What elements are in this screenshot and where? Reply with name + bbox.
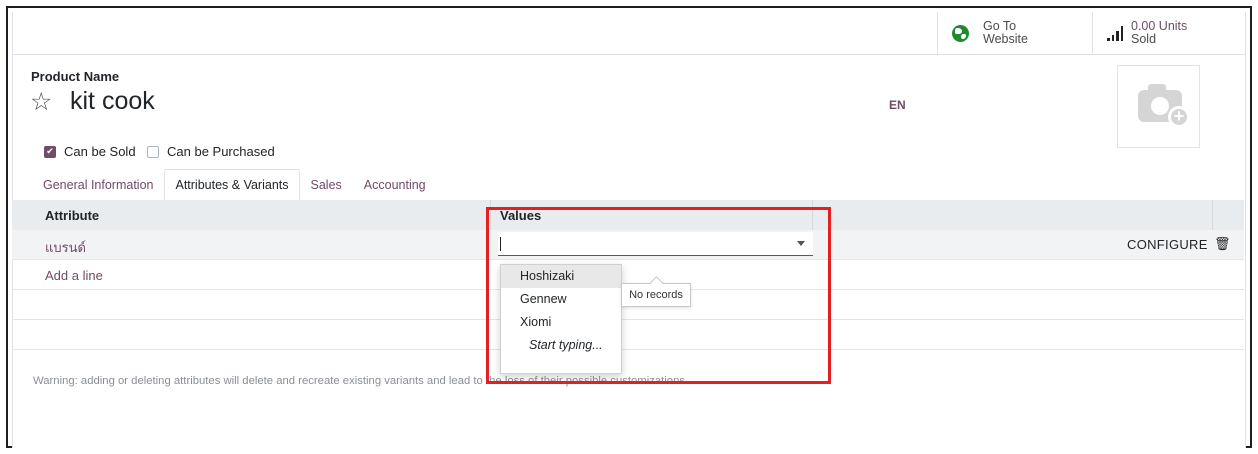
dropdown-option-gennew[interactable]: Gennew xyxy=(501,288,621,311)
variants-warning: Warning: adding or deleting attributes w… xyxy=(33,375,689,387)
units-sold-button[interactable]: 0.00 Units Sold xyxy=(1092,12,1245,54)
smart-button-box: Go To Website 0.00 Units Sold xyxy=(13,12,1245,55)
grid-header: Attribute Values xyxy=(12,200,1244,230)
chevron-down-icon[interactable] xyxy=(797,241,805,246)
can-be-sold-checkbox[interactable]: ✔ Can be Sold xyxy=(44,144,136,159)
column-values[interactable]: Values xyxy=(500,208,541,223)
column-attribute[interactable]: Attribute xyxy=(45,208,99,223)
add-line-link[interactable]: Add a line xyxy=(45,268,103,283)
product-name-field[interactable]: kit cook xyxy=(70,86,155,116)
bar-chart-icon xyxy=(1107,25,1123,41)
language-button[interactable]: EN xyxy=(889,98,906,112)
tab-general-information[interactable]: General Information xyxy=(32,169,164,201)
website-line2: Website xyxy=(983,32,1028,46)
can-be-purchased-label: Can be Purchased xyxy=(167,144,275,159)
values-input[interactable] xyxy=(498,232,813,256)
go-to-website-button[interactable]: Go To Website xyxy=(937,12,1092,54)
values-dropdown: Hoshizaki Gennew Xiomi Start typing... xyxy=(500,264,622,374)
can-be-sold-label: Can be Sold xyxy=(64,144,136,159)
product-name-label: Product Name xyxy=(31,69,120,84)
configure-button[interactable]: CONFIGURE xyxy=(1127,237,1208,252)
empty-row xyxy=(12,320,1244,350)
favorite-star-icon[interactable]: ☆ xyxy=(30,88,52,116)
plus-icon: + xyxy=(1168,106,1190,128)
table-row[interactable]: แบรนด์ CONFIGURE 🗑 xyxy=(12,230,1244,260)
globe-icon xyxy=(952,24,969,42)
checkbox-unchecked-icon xyxy=(147,145,159,158)
units-sold-label: Sold xyxy=(1131,32,1157,46)
tab-sales[interactable]: Sales xyxy=(300,169,353,201)
dropdown-option-hoshizaki[interactable]: Hoshizaki xyxy=(501,265,621,288)
trash-icon[interactable]: 🗑 xyxy=(1214,236,1231,252)
tab-accounting[interactable]: Accounting xyxy=(353,169,437,201)
units-sold-value: 0.00 Units xyxy=(1131,19,1188,33)
no-records-tooltip: No records xyxy=(621,283,691,307)
website-line1: Go To xyxy=(983,19,1017,33)
notebook-tabs: General Information Attributes & Variant… xyxy=(32,169,437,201)
tab-attributes-variants[interactable]: Attributes & Variants xyxy=(164,169,300,201)
text-cursor xyxy=(500,237,501,251)
can-be-purchased-checkbox[interactable]: Can be Purchased xyxy=(147,144,275,159)
checkbox-checked-icon: ✔ xyxy=(44,145,56,158)
attribute-cell[interactable]: แบรนด์ xyxy=(45,237,86,258)
attributes-grid: Attribute Values แบรนด์ CONFIGURE 🗑 Add … xyxy=(12,200,1244,350)
dropdown-start-typing[interactable]: Start typing... xyxy=(501,334,621,357)
dropdown-option-xiomi[interactable]: Xiomi xyxy=(501,311,621,334)
product-image-upload[interactable]: + xyxy=(1117,65,1200,148)
